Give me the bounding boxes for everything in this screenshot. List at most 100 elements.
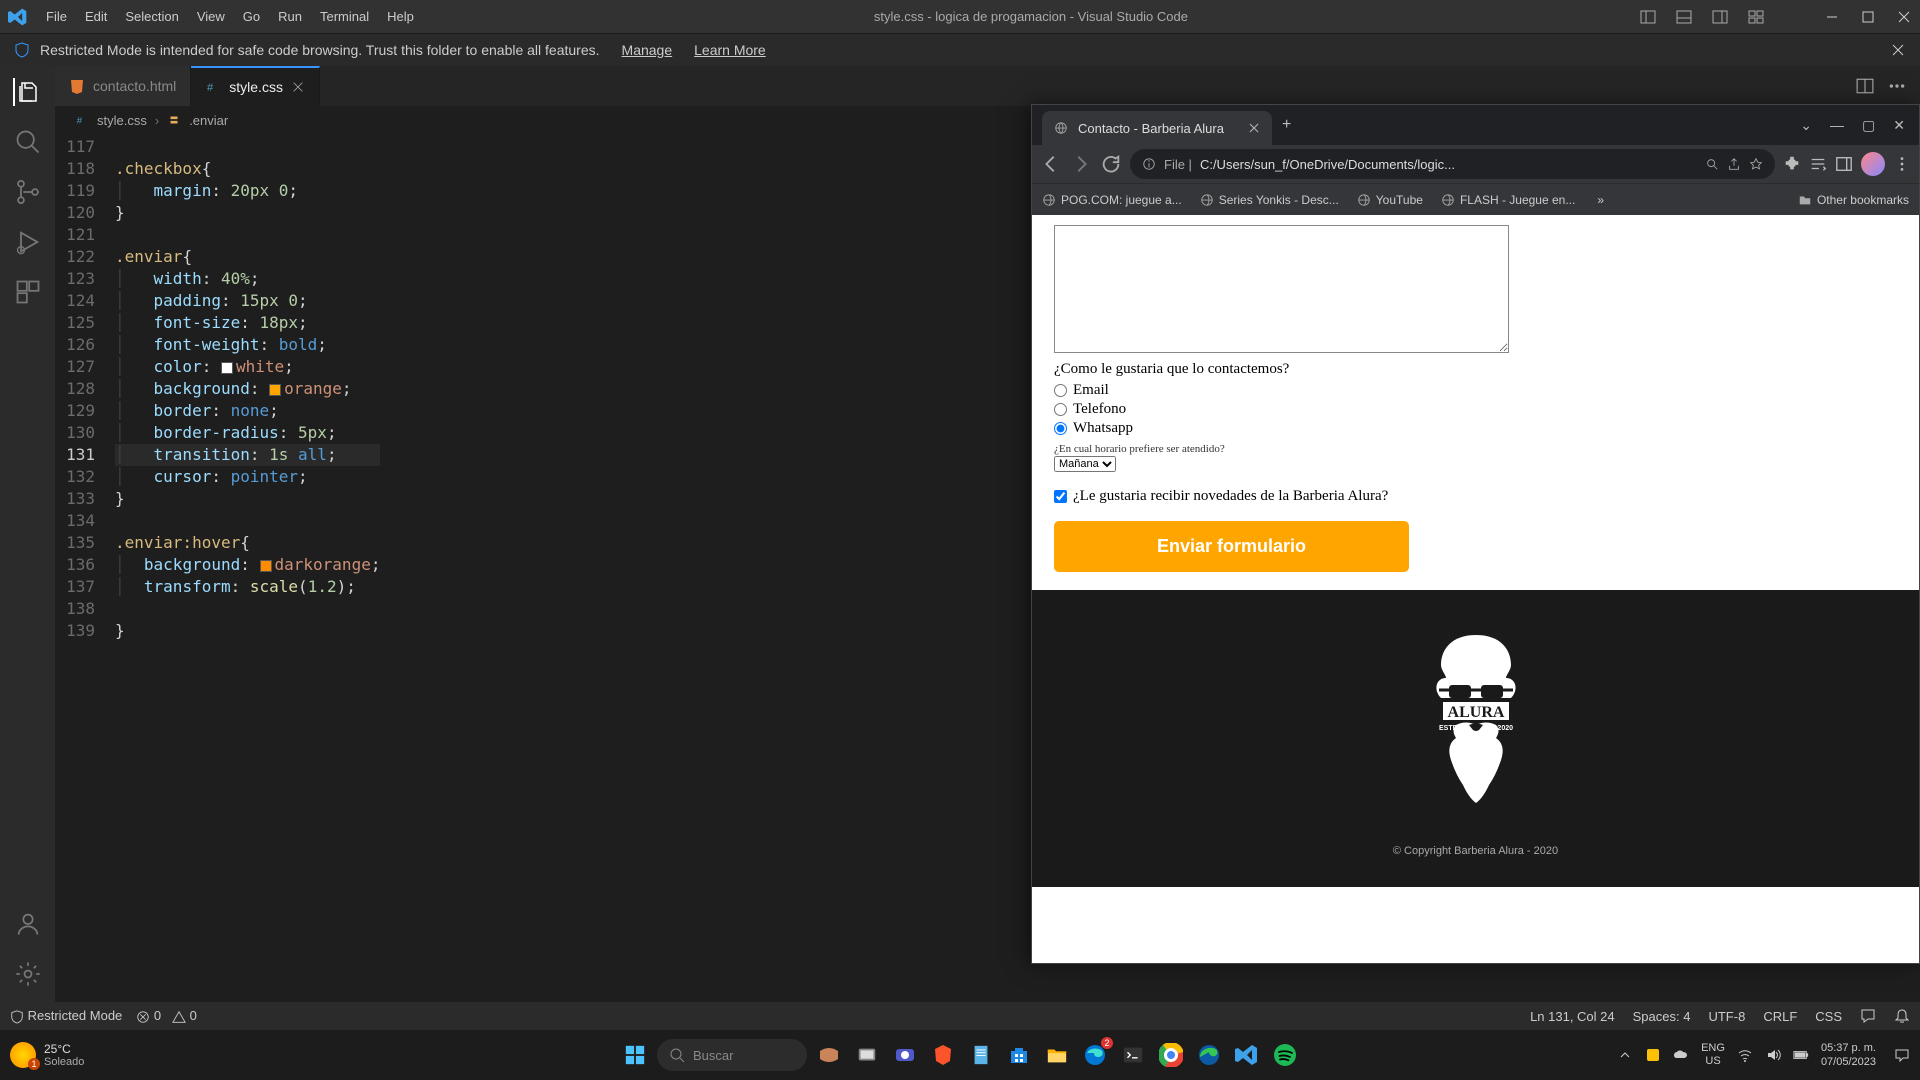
- message-textarea[interactable]: [1054, 225, 1509, 353]
- forward-icon[interactable]: [1070, 153, 1092, 175]
- eol[interactable]: CRLF: [1763, 1009, 1797, 1024]
- learn-more-link[interactable]: Learn More: [694, 42, 766, 58]
- language-indicator[interactable]: ENG US: [1701, 1042, 1725, 1068]
- task-view-icon[interactable]: [851, 1039, 883, 1071]
- close-icon[interactable]: [1896, 9, 1912, 25]
- language-mode[interactable]: CSS: [1815, 1009, 1842, 1024]
- tab-style-css[interactable]: # style.css: [191, 66, 320, 106]
- profile-avatar[interactable]: [1861, 152, 1885, 176]
- search-icon[interactable]: [14, 128, 42, 156]
- layout-primary-icon[interactable]: [1640, 9, 1656, 25]
- feedback-icon[interactable]: [1860, 1008, 1876, 1024]
- restricted-mode-status[interactable]: Restricted Mode: [10, 1008, 122, 1024]
- radio-whatsapp[interactable]: [1054, 422, 1067, 435]
- source-control-icon[interactable]: [14, 178, 42, 206]
- taskbar-search[interactable]: Buscar: [657, 1039, 807, 1071]
- tab-contacto-html[interactable]: contacto.html: [55, 66, 191, 106]
- account-icon[interactable]: [14, 910, 42, 938]
- close-notification-icon[interactable]: [1890, 42, 1906, 58]
- browser-chevron-down-icon[interactable]: ⌄: [1800, 117, 1812, 134]
- bookmark-item[interactable]: FLASH - Juegue en...: [1441, 193, 1575, 207]
- edge-icon-2[interactable]: [1193, 1039, 1225, 1071]
- back-icon[interactable]: [1040, 153, 1062, 175]
- extensions-icon[interactable]: [14, 278, 42, 306]
- layout-panel-icon[interactable]: [1676, 9, 1692, 25]
- explorer-icon[interactable]: [13, 78, 41, 106]
- indentation[interactable]: Spaces: 4: [1633, 1009, 1691, 1024]
- clock[interactable]: 05:37 p. m. 07/05/2023: [1821, 1041, 1876, 1070]
- bookmarks-overflow[interactable]: »: [1597, 193, 1604, 207]
- run-debug-icon[interactable]: [14, 228, 42, 256]
- code-content[interactable]: .checkbox{│ margin: 20px 0;} .enviar{│ w…: [115, 134, 380, 1002]
- bookmark-item[interactable]: POG.COM: juegue a...: [1042, 193, 1182, 207]
- menu-help[interactable]: Help: [379, 5, 422, 28]
- submit-button[interactable]: Enviar formulario: [1054, 521, 1409, 572]
- terminal-icon[interactable]: [1117, 1039, 1149, 1071]
- problems-status[interactable]: 0 0: [136, 1008, 197, 1024]
- tray-chevron-icon[interactable]: [1617, 1047, 1633, 1063]
- reload-icon[interactable]: [1100, 153, 1122, 175]
- menu-dots-icon[interactable]: [1893, 155, 1911, 173]
- reading-list-icon[interactable]: [1809, 155, 1827, 173]
- brave-icon[interactable]: [927, 1039, 959, 1071]
- menu-view[interactable]: View: [189, 5, 233, 28]
- start-button[interactable]: [619, 1039, 651, 1071]
- menu-file[interactable]: File: [38, 5, 75, 28]
- manage-link[interactable]: Manage: [622, 42, 673, 58]
- bookmark-item[interactable]: YouTube: [1357, 193, 1423, 207]
- menu-run[interactable]: Run: [270, 5, 310, 28]
- browser-close-icon[interactable]: ✕: [1893, 117, 1905, 134]
- editor-tabs: contacto.html # style.css: [55, 66, 1920, 106]
- extensions-puzzle-icon[interactable]: [1783, 155, 1801, 173]
- notifications-bell-icon[interactable]: [1894, 1008, 1910, 1024]
- search-in-page-icon[interactable]: [1705, 157, 1719, 171]
- menu-go[interactable]: Go: [235, 5, 268, 28]
- onedrive-icon[interactable]: [1673, 1047, 1689, 1063]
- weather-widget[interactable]: 25°C Soleado: [10, 1042, 84, 1068]
- browser-minimize-icon[interactable]: —: [1830, 117, 1844, 134]
- svg-text:2020: 2020: [1497, 725, 1513, 732]
- tray-app-icon[interactable]: [1645, 1047, 1661, 1063]
- maximize-icon[interactable]: [1860, 9, 1876, 25]
- notifications-icon[interactable]: [1894, 1047, 1910, 1063]
- star-icon[interactable]: [1749, 157, 1763, 171]
- edge-icon[interactable]: 2: [1079, 1039, 1111, 1071]
- browser-tab[interactable]: Contacto - Barberia Alura: [1042, 111, 1272, 145]
- menu-selection[interactable]: Selection: [117, 5, 186, 28]
- url-bar[interactable]: File | C:/Users/sun_f/OneDrive/Documents…: [1130, 149, 1775, 179]
- more-actions-icon[interactable]: [1888, 77, 1906, 95]
- bookmark-item[interactable]: Series Yonkis - Desc...: [1200, 193, 1339, 207]
- volume-icon[interactable]: [1765, 1047, 1781, 1063]
- settings-gear-icon[interactable]: [14, 960, 42, 988]
- wifi-icon[interactable]: [1737, 1047, 1753, 1063]
- spotify-icon[interactable]: [1269, 1039, 1301, 1071]
- layout-secondary-icon[interactable]: [1712, 9, 1728, 25]
- file-explorer-icon[interactable]: [1041, 1039, 1073, 1071]
- battery-icon[interactable]: [1793, 1047, 1809, 1063]
- side-panel-icon[interactable]: [1835, 155, 1853, 173]
- split-editor-icon[interactable]: [1856, 77, 1874, 95]
- close-tab-icon[interactable]: [1248, 122, 1260, 134]
- close-tab-icon[interactable]: [291, 80, 305, 94]
- teams-icon[interactable]: [889, 1039, 921, 1071]
- taskbar-app-1[interactable]: [813, 1039, 845, 1071]
- menu-edit[interactable]: Edit: [77, 5, 115, 28]
- vscode-taskbar-icon[interactable]: [1231, 1039, 1263, 1071]
- menu-terminal[interactable]: Terminal: [312, 5, 377, 28]
- other-bookmarks[interactable]: Other bookmarks: [1798, 193, 1909, 207]
- newsletter-checkbox[interactable]: [1054, 490, 1067, 503]
- cursor-position[interactable]: Ln 131, Col 24: [1530, 1009, 1615, 1024]
- html-file-icon: [69, 78, 85, 94]
- radio-email[interactable]: [1054, 384, 1067, 397]
- minimize-icon[interactable]: [1824, 9, 1840, 25]
- store-icon[interactable]: [1003, 1039, 1035, 1071]
- layout-customize-icon[interactable]: [1748, 9, 1764, 25]
- browser-maximize-icon[interactable]: ▢: [1862, 117, 1875, 134]
- notepad-icon[interactable]: [965, 1039, 997, 1071]
- horario-select[interactable]: Mañana: [1054, 456, 1116, 472]
- new-tab-button[interactable]: +: [1282, 116, 1291, 134]
- encoding[interactable]: UTF-8: [1708, 1009, 1745, 1024]
- chrome-icon[interactable]: [1155, 1039, 1187, 1071]
- share-icon[interactable]: [1727, 157, 1741, 171]
- radio-telefono[interactable]: [1054, 403, 1067, 416]
